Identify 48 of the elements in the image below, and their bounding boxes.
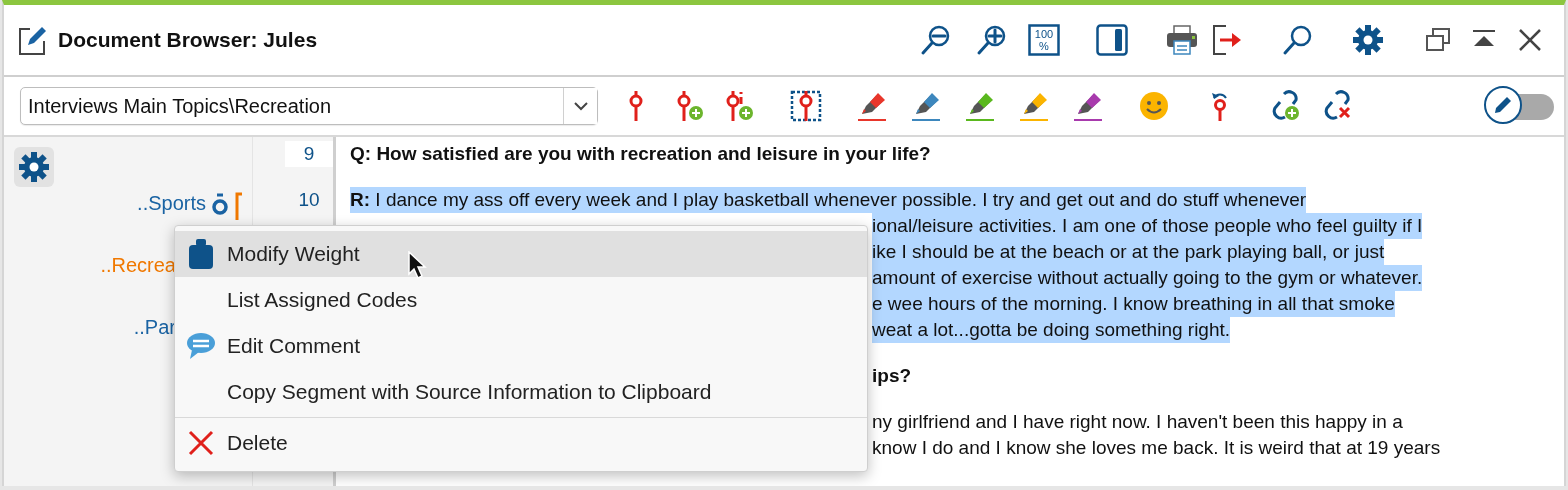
highlighter-icon bbox=[856, 90, 888, 122]
settings-icon bbox=[18, 151, 50, 183]
printer-icon bbox=[1166, 24, 1198, 56]
delete-icon bbox=[188, 430, 214, 456]
menu-item[interactable]: Edit Comment bbox=[175, 323, 867, 369]
code-label[interactable]: ..Par bbox=[133, 313, 176, 341]
answer-text: e wee hours of the morning. I know breathing in all that smoke bbox=[872, 291, 1395, 317]
pencil-icon bbox=[1493, 95, 1513, 115]
menu-item[interactable]: List Assigned Codes bbox=[175, 277, 867, 323]
question-text: Q: How satisfied are you with recreation and leisure in your life? bbox=[350, 142, 931, 166]
code-dropdown[interactable]: Interviews Main Topics\Recreation bbox=[20, 87, 598, 125]
chevron-down-icon bbox=[573, 101, 588, 111]
panel-icon bbox=[1096, 24, 1128, 56]
settings-icon bbox=[1352, 24, 1384, 56]
menu-item[interactable]: Modify Weight bbox=[175, 231, 867, 277]
weight-icon bbox=[188, 239, 214, 269]
zoom-in-icon bbox=[976, 24, 1008, 56]
cursor-icon bbox=[407, 251, 427, 281]
coding-stripe-icon bbox=[234, 192, 244, 220]
highlighter-icon bbox=[1072, 90, 1104, 122]
code-selection-icon bbox=[790, 90, 822, 122]
answer-text: ike I should be at the beach or at the park playing ball, or just bbox=[872, 239, 1385, 265]
highlighter-icon bbox=[910, 90, 942, 122]
answer-text: weat a lot...gotta be doing something right. bbox=[872, 317, 1231, 343]
search-icon bbox=[1282, 24, 1314, 56]
dropdown-button[interactable] bbox=[563, 88, 597, 124]
edit-mode-toggle[interactable] bbox=[1484, 86, 1554, 126]
zoom-out-icon bbox=[920, 24, 952, 56]
answer-text: amount of exercise without actually going to the gym or whatever. bbox=[872, 265, 1423, 291]
link-add-icon bbox=[1270, 90, 1302, 122]
line-number: 10 bbox=[297, 188, 321, 212]
answer-text: know I do and I know she loves me back. It is weird that at 19 years bbox=[872, 436, 1441, 460]
add-code-icon bbox=[724, 90, 756, 122]
code-label[interactable]: ..Sports bbox=[137, 189, 206, 217]
answer-text: ny girlfriend and I have right now. I haven't been this happy in a bbox=[872, 410, 1403, 434]
menu-item[interactable]: Delete bbox=[175, 420, 867, 466]
highlighter-icon bbox=[964, 90, 996, 122]
menu-item[interactable]: Copy Segment with Source Information to Clipboard bbox=[175, 369, 867, 415]
line-number: 9 bbox=[285, 141, 333, 167]
smiley-icon bbox=[1138, 90, 1170, 122]
settings-button[interactable] bbox=[14, 147, 54, 187]
edit-document-icon bbox=[18, 24, 48, 56]
answer-text: R: I dance my ass off every week and I play basketball whenever possible. I try and get out and do stuff whenever bbox=[350, 187, 1307, 213]
highlighter-icon bbox=[1018, 90, 1050, 122]
comment-icon bbox=[186, 331, 216, 361]
answer-text: ional/leisure activities. I am one of those people who feel guilty if I bbox=[872, 213, 1423, 239]
window-title: Document Browser: Jules bbox=[58, 28, 318, 52]
question-text: ips? bbox=[872, 364, 912, 388]
